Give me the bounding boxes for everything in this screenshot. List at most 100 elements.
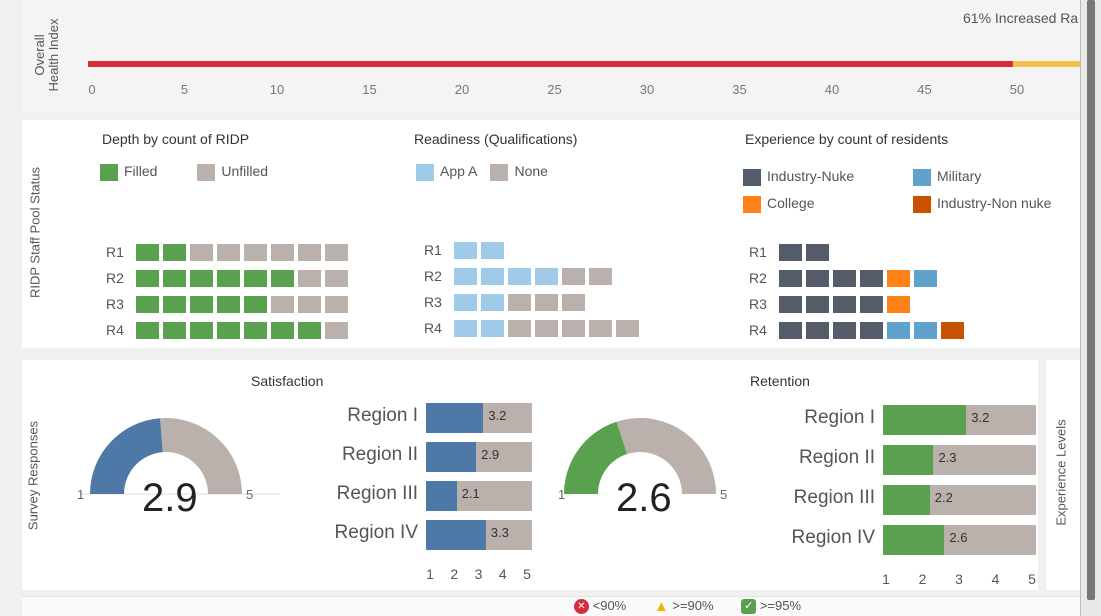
footer-legend-label-1: <90% — [592, 598, 627, 613]
readiness-none-square — [508, 293, 531, 311]
depth-unfilled-square — [244, 243, 267, 261]
experience-nuke-square — [860, 321, 883, 339]
satisfaction-bar-value: 2.1 — [461, 486, 480, 501]
readiness-row: R3 — [424, 289, 643, 315]
satisfaction-region-label: Region III — [336, 483, 418, 504]
satisfaction-gauge-value: 2.9 — [142, 476, 198, 520]
experience-row: R1 — [749, 239, 968, 265]
depth-filled-square — [163, 269, 186, 287]
retention-bar-value: 2.3 — [938, 450, 957, 465]
retention-axis-tick: 4 — [991, 571, 1000, 587]
health-yellow-bar — [1013, 61, 1080, 67]
retention-bar — [883, 525, 945, 555]
health-tick-label: 20 — [454, 82, 470, 97]
readiness-row-label: R3 — [424, 294, 442, 310]
industry-nuke-swatch — [743, 168, 761, 186]
experience-nuke-square — [806, 269, 829, 287]
depth-filled-square — [217, 295, 240, 313]
readiness-row-label: R1 — [424, 242, 442, 258]
health-label-line1: Overall — [32, 34, 47, 76]
health-tick-label: 45 — [917, 82, 932, 97]
readiness-appa-square — [508, 267, 531, 285]
check-icon: ✓ — [741, 599, 757, 615]
retention-title: Retention — [750, 373, 810, 389]
warning-icon: ▲ — [653, 598, 669, 616]
experience-legend: Industry-Nuke Military College Industry-No… — [743, 163, 1051, 217]
readiness-appa-square — [481, 267, 504, 285]
health-top-text: 61% Increased Ra — [963, 10, 1079, 26]
depth-unfilled-square — [298, 295, 321, 313]
experience-military-square — [914, 321, 937, 339]
readiness-appa-square — [481, 319, 504, 337]
experience-nuke-square — [806, 321, 829, 339]
depth-row: R1 — [106, 239, 352, 265]
retention-bar-value: 3.2 — [971, 410, 990, 425]
experience-row: R3 — [749, 291, 968, 317]
retention-gauge-value: 2.6 — [616, 476, 672, 520]
appa-legend-label: App A — [440, 163, 477, 179]
unfilled-legend-label: Unfilled — [221, 163, 269, 179]
depth-unfilled-square — [190, 243, 213, 261]
experience-nuke-square — [806, 243, 829, 261]
depth-filled-square — [190, 321, 213, 339]
none-legend-label: None — [514, 163, 548, 179]
experience-row-label: R1 — [749, 244, 767, 260]
health-tick-label: 50 — [1009, 82, 1025, 97]
readiness-appa-square — [454, 241, 477, 259]
satisfaction-axis-tick: 2 — [450, 566, 459, 582]
satisfaction-gauge-min: 1 — [77, 487, 85, 502]
depth-filled-square — [136, 321, 159, 339]
depth-filled-square — [298, 321, 321, 339]
satisfaction-title: Satisfaction — [251, 373, 324, 389]
depth-row-label: R2 — [106, 270, 124, 286]
retention-bar — [883, 405, 967, 435]
readiness-none-square — [562, 267, 585, 285]
retention-bar-value: 2.6 — [949, 530, 968, 545]
satisfaction-gauge-max: 5 — [246, 487, 254, 502]
health-tick-label: 35 — [732, 82, 747, 97]
satisfaction-region-label: Region I — [347, 405, 418, 426]
depth-title: Depth by count of RIDP — [102, 131, 250, 147]
retention-axis-tick: 1 — [882, 571, 890, 587]
readiness-none-square — [589, 319, 612, 337]
unfilled-swatch — [197, 163, 216, 181]
industry-nuke-label: Industry-Nuke — [767, 168, 855, 184]
depth-row: R4 — [106, 317, 352, 343]
health-tick-label: 30 — [639, 82, 655, 97]
retention-bar — [883, 485, 930, 515]
satisfaction-axis-tick: 5 — [523, 566, 531, 582]
satisfaction-bar-value: 2.9 — [481, 447, 500, 462]
depth-unfilled-square — [325, 321, 348, 339]
footer-legend-label-3: >=95% — [759, 598, 802, 613]
experience-nuke-square — [860, 295, 883, 313]
readiness-row: R2 — [424, 263, 643, 289]
satisfaction-bar — [426, 403, 484, 433]
satisfaction-bar-value: 3.3 — [490, 525, 509, 540]
health-index-axis-label: Overall Health Index — [18, 10, 62, 106]
readiness-none-square — [616, 319, 639, 337]
depth-filled-square — [136, 243, 159, 261]
retention-axis-tick: 3 — [955, 571, 963, 587]
depth-filled-square — [190, 295, 213, 313]
readiness-appa-square — [481, 293, 504, 311]
readiness-none-square — [535, 319, 558, 337]
satisfaction-axis-tick: 1 — [426, 566, 434, 582]
depth-unfilled-square — [217, 243, 240, 261]
health-red-bar — [88, 61, 1013, 67]
readiness-none-square — [508, 319, 531, 337]
satisfaction-bar — [426, 442, 477, 472]
retention-region-label: Region I — [804, 407, 875, 428]
vertical-scrollbar[interactable] — [1087, 0, 1095, 600]
satisfaction-bar-value: 3.2 — [488, 408, 507, 423]
readiness-row-label: R4 — [424, 320, 442, 336]
depth-filled-square — [244, 269, 267, 287]
health-label-line2: Health Index — [46, 18, 61, 92]
college-label: College — [767, 195, 815, 211]
depth-unfilled-square — [325, 295, 348, 313]
depth-row: R2 — [106, 265, 352, 291]
experience-row-label: R2 — [749, 270, 767, 286]
readiness-appa-square — [454, 293, 477, 311]
none-swatch — [490, 163, 509, 181]
depth-filled-square — [244, 321, 267, 339]
experience-military-square — [887, 321, 910, 339]
